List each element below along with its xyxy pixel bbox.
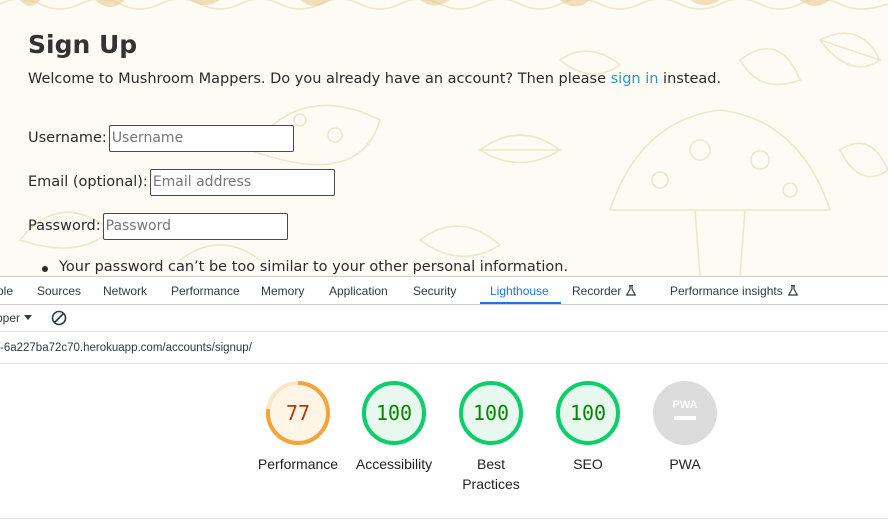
password-help-list: Your password can’t be too similar to yo… [28, 259, 568, 275]
password-label: Password: [28, 218, 101, 234]
active-tab-indicator [480, 302, 561, 304]
tab-recorder[interactable]: Recorder [572, 277, 637, 304]
welcome-text: Welcome to Mushroom Mappers. Do you alre… [28, 71, 721, 87]
tab-network-label: Network [103, 284, 148, 298]
welcome-text-after: instead. [658, 71, 722, 87]
gauge-score: 77 [286, 401, 310, 425]
flask-icon [787, 285, 798, 296]
tab-security[interactable]: Security [413, 277, 456, 304]
tab-sources-label: Sources [37, 284, 82, 298]
username-row: Username: [28, 124, 294, 152]
username-input[interactable] [108, 124, 294, 152]
tab-lighthouse-label: Lighthouse [490, 284, 549, 298]
score-gauge-best-practices[interactable]: 100 Best Practices [446, 380, 536, 494]
gauge-ring: 100 [362, 381, 426, 445]
clear-icon[interactable] [51, 310, 67, 326]
caret-down-icon [24, 315, 33, 320]
email-input[interactable] [149, 168, 335, 196]
tab-recorder-label: Recorder [572, 284, 622, 298]
report-selector-label: pper [0, 311, 21, 325]
tab-performance[interactable]: Performance [171, 277, 240, 304]
divider [0, 518, 888, 519]
gauge-ring: PWA [653, 381, 717, 445]
score-gauge-seo[interactable]: 100 SEO [543, 380, 633, 474]
devtools-panel: ole Sources Network Performance Memory A… [0, 276, 888, 530]
gauge-label: Accessibility [355, 456, 433, 472]
score-gauge-accessibility[interactable]: 100 Accessibility [349, 380, 439, 474]
devtools-tab-bar: ole Sources Network Performance Memory A… [0, 277, 888, 305]
password-row: Password: [28, 212, 288, 240]
gauge-fill [653, 381, 717, 445]
tab-sources[interactable]: Sources [37, 277, 81, 304]
gauge-label: SEO [573, 456, 603, 472]
tab-memory-label: Memory [261, 284, 305, 298]
report-url: -6a227ba72c70.herokuapp.com/accounts/sig… [0, 342, 252, 354]
tab-lighthouse[interactable]: Lighthouse [490, 277, 549, 304]
lighthouse-report-summary: 77 Performance 100 Accessibility 100 Bes… [0, 365, 888, 519]
gauge-score: 100 [376, 401, 412, 425]
sign-in-link[interactable]: sign in [611, 71, 659, 87]
gauge-score: 100 [570, 401, 606, 425]
tab-network[interactable]: Network [103, 277, 147, 304]
signup-page: Sign Up Welcome to Mushroom Mappers. Do … [0, 0, 888, 276]
report-url-bar: -6a227ba72c70.herokuapp.com/accounts/sig… [0, 333, 888, 364]
score-gauge-pwa[interactable]: PWA PWA [640, 380, 730, 474]
gauge-score: 100 [473, 401, 509, 425]
tab-memory[interactable]: Memory [261, 277, 304, 304]
tab-performance-insights-label: Performance insights [670, 284, 783, 298]
gauge-ring: 77 [266, 381, 330, 445]
pwa-dash-icon [674, 416, 696, 420]
gauge-ring: 100 [556, 381, 620, 445]
tab-console[interactable]: ole [0, 277, 13, 304]
gauge-ring: 100 [459, 381, 523, 445]
tab-performance-label: Performance [171, 284, 240, 298]
pwa-badge-icon: PWA [672, 399, 697, 411]
welcome-text-before: Welcome to Mushroom Mappers. Do you alre… [28, 71, 611, 87]
tab-performance-insights[interactable]: Performance insights [670, 277, 798, 304]
tab-security-label: Security [413, 284, 457, 298]
password-input[interactable] [102, 212, 288, 240]
username-label: Username: [28, 130, 107, 146]
tab-application-label: Application [329, 284, 388, 298]
email-label: Email (optional): [28, 174, 148, 190]
flask-icon [626, 285, 637, 296]
gauge-label: PWA [669, 456, 701, 472]
gauge-label: Best Practices [462, 456, 520, 492]
score-gauge-performance[interactable]: 77 Performance [253, 380, 343, 474]
gauge-label: Performance [257, 456, 339, 472]
email-row: Email (optional): [28, 168, 335, 196]
page-title: Sign Up [28, 30, 138, 59]
tab-console-label: ole [0, 284, 14, 298]
report-selector-dropdown[interactable]: pper [0, 305, 33, 331]
lighthouse-toolbar: pper [0, 305, 888, 332]
password-help-item: Your password can’t be too similar to yo… [28, 259, 568, 275]
tab-application[interactable]: Application [329, 277, 388, 304]
